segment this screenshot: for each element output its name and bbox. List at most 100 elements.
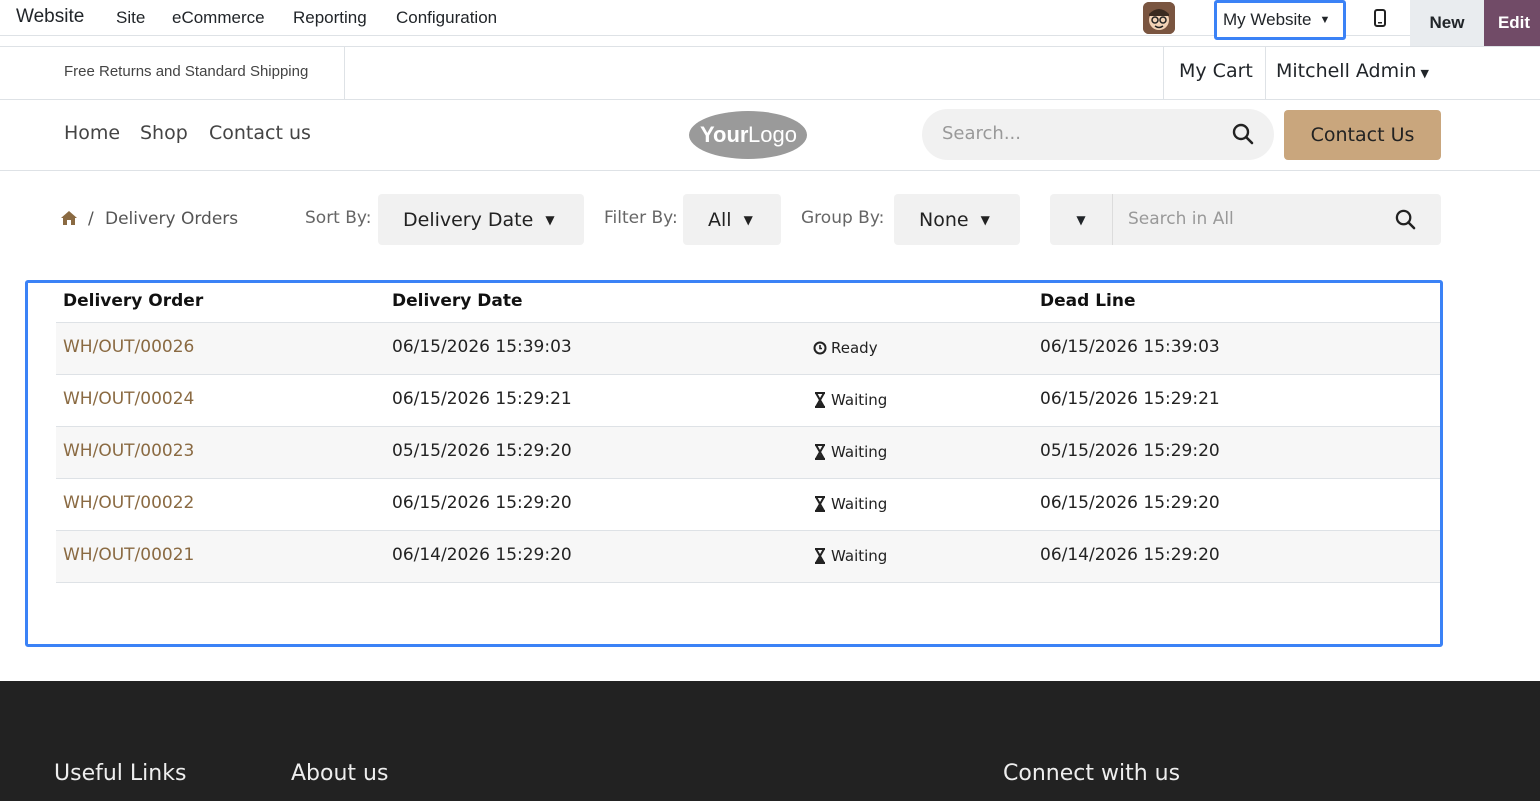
- site-navbar: Home Shop Contact us Your Logo Contact U…: [0, 100, 1540, 171]
- hourglass-icon: [815, 496, 825, 512]
- table-row[interactable]: WH/OUT/00023 05/15/2026 15:29:20 Waiting…: [56, 427, 1440, 479]
- site-footer: Useful Links About us Connect with us: [0, 681, 1540, 801]
- deadline: 06/15/2026 15:39:03: [1040, 337, 1220, 357]
- site-search: [922, 109, 1274, 160]
- status-label: Waiting: [831, 443, 888, 461]
- group-by-label: Group By:: [801, 208, 885, 228]
- status-badge: Ready: [813, 339, 878, 357]
- sort-by-value: Delivery Date: [403, 208, 534, 231]
- order-link[interactable]: WH/OUT/00023: [63, 441, 194, 461]
- deadline: 05/15/2026 15:29:20: [1040, 441, 1220, 461]
- column-header-dead-line: Dead Line: [1040, 291, 1136, 311]
- mobile-icon: [1374, 9, 1386, 27]
- delivery-orders-table: Delivery Order Delivery Date Dead Line W…: [56, 283, 1440, 583]
- delivery-date: 06/15/2026 15:29:20: [392, 493, 572, 513]
- hourglass-icon: [815, 392, 825, 408]
- delivery-date: 05/15/2026 15:29:20: [392, 441, 572, 461]
- status-badge: Waiting: [813, 443, 887, 461]
- menu-site[interactable]: Site: [116, 8, 145, 28]
- caret-down-icon: ▼: [1319, 14, 1331, 26]
- mobile-preview-button[interactable]: [1360, 0, 1400, 36]
- portal-search-input[interactable]: [1128, 209, 1388, 229]
- table-row[interactable]: WH/OUT/00021 06/14/2026 15:29:20 Waiting…: [56, 531, 1440, 583]
- status-badge: Waiting: [813, 495, 887, 513]
- filter-by-value: All: [708, 208, 732, 231]
- status-badge: Waiting: [813, 391, 887, 409]
- sort-by-dropdown[interactable]: Delivery Date ▼: [378, 194, 584, 245]
- caret-down-icon: ▼: [743, 212, 753, 227]
- caret-down-icon: ▼: [980, 212, 990, 227]
- order-link[interactable]: WH/OUT/00021: [63, 545, 194, 565]
- group-by-value: None: [919, 208, 969, 231]
- order-link[interactable]: WH/OUT/00022: [63, 493, 194, 513]
- site-logo[interactable]: Your Logo: [688, 110, 808, 160]
- caret-down-icon: ▼: [1420, 67, 1429, 80]
- nav-home[interactable]: Home: [64, 122, 120, 144]
- delivery-date: 06/15/2026 15:29:21: [392, 389, 572, 409]
- order-link[interactable]: WH/OUT/00024: [63, 389, 194, 409]
- user-avatar[interactable]: [1143, 2, 1175, 34]
- website-switcher-label: My Website: [1223, 10, 1312, 29]
- deadline: 06/14/2026 15:29:20: [1040, 545, 1220, 565]
- group-by-dropdown[interactable]: None ▼: [894, 194, 1020, 245]
- deadline: 06/15/2026 15:29:20: [1040, 493, 1220, 513]
- edit-button[interactable]: Edit: [1484, 0, 1540, 46]
- nav-contact-us[interactable]: Contact us: [209, 122, 311, 144]
- hourglass-icon: [815, 548, 825, 564]
- table-body: WH/OUT/00026 06/15/2026 15:39:03 Ready 0…: [56, 323, 1440, 583]
- home-icon[interactable]: [60, 210, 78, 226]
- breadcrumb-separator: /: [88, 209, 94, 229]
- filter-by-label: Filter By:: [604, 208, 678, 228]
- table-row[interactable]: WH/OUT/00024 06/15/2026 15:29:21 Waiting…: [56, 375, 1440, 427]
- divider: [1265, 47, 1266, 100]
- my-cart-link[interactable]: My Cart: [1179, 60, 1253, 82]
- site-search-input[interactable]: [942, 123, 1222, 144]
- new-button[interactable]: New: [1410, 0, 1484, 46]
- menu-ecommerce[interactable]: eCommerce: [172, 8, 265, 28]
- caret-down-icon: ▼: [1076, 212, 1086, 227]
- table-header: Delivery Order Delivery Date Dead Line: [56, 283, 1440, 323]
- table-row[interactable]: WH/OUT/00022 06/15/2026 15:29:20 Waiting…: [56, 479, 1440, 531]
- app-title[interactable]: Website: [16, 6, 84, 28]
- footer-heading-about-us: About us: [291, 761, 389, 786]
- search-icon[interactable]: [1395, 209, 1416, 230]
- status-label: Waiting: [831, 547, 888, 565]
- menu-configuration[interactable]: Configuration: [396, 8, 497, 28]
- sort-by-label: Sort By:: [305, 208, 372, 228]
- admin-topbar: Website Site eCommerce Reporting Configu…: [0, 0, 1540, 46]
- delivery-date: 06/15/2026 15:39:03: [392, 337, 572, 357]
- filter-by-dropdown[interactable]: All ▼: [683, 194, 781, 245]
- nav-shop[interactable]: Shop: [140, 122, 188, 144]
- user-menu[interactable]: Mitchell Admin ▼: [1276, 60, 1429, 82]
- svg-text:Logo: Logo: [748, 122, 797, 147]
- delivery-orders-table-container: Delivery Order Delivery Date Dead Line W…: [25, 280, 1443, 647]
- status-label: Ready: [831, 339, 878, 357]
- menu-reporting[interactable]: Reporting: [293, 8, 367, 28]
- status-label: Waiting: [831, 495, 888, 513]
- footer-heading-connect: Connect with us: [1003, 761, 1181, 786]
- column-header-delivery-order: Delivery Order: [63, 291, 204, 311]
- search-icon[interactable]: [1232, 123, 1254, 145]
- contact-us-button[interactable]: Contact Us: [1284, 110, 1441, 160]
- status-label: Waiting: [831, 391, 888, 409]
- order-link[interactable]: WH/OUT/00026: [63, 337, 194, 357]
- divider: [344, 47, 345, 100]
- user-name: Mitchell Admin: [1276, 60, 1417, 82]
- footer-heading-useful-links: Useful Links: [54, 761, 187, 786]
- status-badge: Waiting: [813, 547, 887, 565]
- website-switcher[interactable]: My Website ▼: [1214, 0, 1346, 40]
- portal-toolbar: / Delivery Orders Sort By: Delivery Date…: [0, 171, 1540, 261]
- deadline: 06/15/2026 15:29:21: [1040, 389, 1220, 409]
- breadcrumb-current: Delivery Orders: [105, 209, 239, 229]
- clock-icon: [813, 341, 827, 355]
- promo-text: Free Returns and Standard Shipping: [64, 63, 309, 80]
- site-subheader: Free Returns and Standard Shipping My Ca…: [0, 46, 1540, 100]
- hourglass-icon: [815, 444, 825, 460]
- column-header-delivery-date: Delivery Date: [392, 291, 523, 311]
- avatar-face-icon: [1143, 2, 1175, 34]
- delivery-date: 06/14/2026 15:29:20: [392, 545, 572, 565]
- caret-down-icon: ▼: [545, 212, 555, 227]
- table-row[interactable]: WH/OUT/00026 06/15/2026 15:39:03 Ready 0…: [56, 323, 1440, 375]
- search-scope-dropdown[interactable]: ▼: [1050, 194, 1113, 245]
- odoo-app-icon[interactable]: [0, 9, 4, 27]
